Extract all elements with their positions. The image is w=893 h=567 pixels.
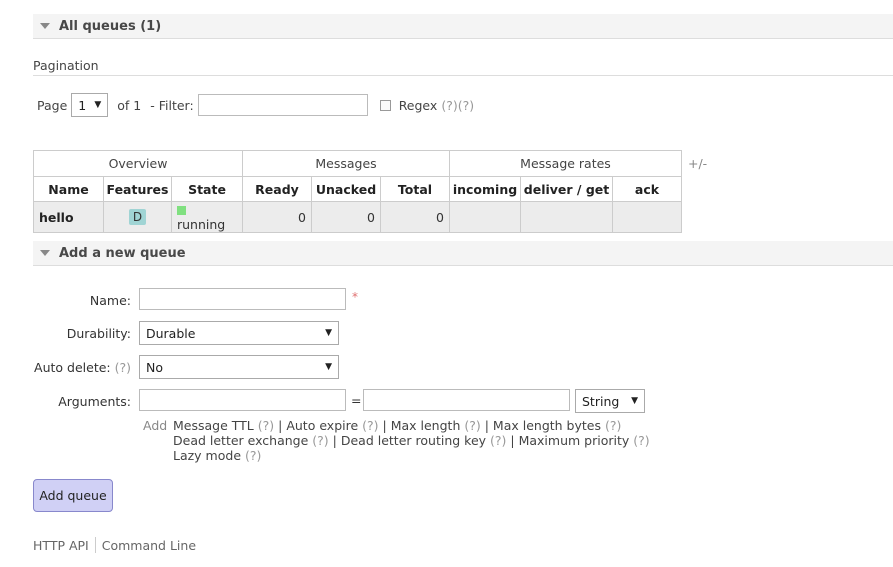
state-indicator-icon	[177, 206, 186, 215]
filter-input[interactable]	[197, 94, 368, 116]
col-ack[interactable]: ack	[612, 176, 682, 202]
argument-value-input[interactable]	[363, 389, 570, 411]
ready-value: 0	[242, 201, 312, 233]
durable-badge: D	[128, 209, 147, 225]
all-queues-header[interactable]: All queues (1)	[33, 14, 893, 39]
state-text: running	[177, 217, 226, 232]
incoming-value	[449, 201, 521, 233]
table-row[interactable]: hello D running 0 0 0	[33, 201, 682, 233]
add-queue-header[interactable]: Add a new queue	[33, 241, 893, 266]
arg-link-max-length[interactable]: Max length	[391, 418, 461, 433]
arg-help-maximum-priority[interactable]: (?)	[633, 433, 649, 448]
page-select[interactable]: 1 ▼	[71, 93, 109, 117]
http-api-link[interactable]: HTTP API	[33, 538, 89, 553]
group-messages: Messages	[242, 150, 450, 177]
arg-link-max-length-bytes[interactable]: Max length bytes	[493, 418, 601, 433]
all-queues-title: All queues (1)	[59, 18, 162, 34]
add-argument-label: Add	[143, 418, 168, 433]
arg-help-max-length-bytes[interactable]: (?)	[605, 418, 621, 433]
chevron-down-icon: ▼	[94, 100, 102, 110]
group-overview: Overview	[33, 150, 243, 177]
col-total[interactable]: Total	[380, 176, 450, 202]
chevron-down-icon: ▼	[325, 362, 332, 372]
group-message-rates: Message rates	[449, 150, 682, 177]
command-line-link[interactable]: Command Line	[102, 538, 196, 553]
footer: HTTP API Command Line	[33, 537, 196, 553]
deliver-get-value	[520, 201, 613, 233]
arg-help-max-length[interactable]: (?)	[464, 418, 480, 433]
auto-delete-label: Auto delete:	[34, 360, 111, 375]
arg-link-message-ttl[interactable]: Message TTL	[173, 418, 254, 433]
add-queue-title: Add a new queue	[59, 245, 186, 261]
page-label: Page	[37, 97, 68, 113]
argument-shortcuts: Message TTL (?) | Auto expire (?) | Max …	[173, 418, 650, 463]
unacked-value: 0	[311, 201, 381, 233]
total-value: 0	[380, 201, 450, 233]
auto-delete-select[interactable]: No ▼	[139, 355, 339, 379]
queue-name-link[interactable]: hello	[33, 201, 104, 233]
col-deliver-get[interactable]: deliver / get	[520, 176, 613, 202]
regex-help-link[interactable]: (?)(?)	[441, 98, 474, 113]
queues-table: Overview Messages Message rates Name Fea…	[33, 150, 682, 233]
col-name[interactable]: Name	[33, 176, 104, 202]
col-unacked[interactable]: Unacked	[311, 176, 381, 202]
chevron-down-icon: ▼	[325, 328, 332, 338]
arg-link-maximum-priority[interactable]: Maximum priority	[519, 433, 630, 448]
arg-help-dead-letter-exchange[interactable]: (?)	[312, 433, 328, 448]
col-features[interactable]: Features	[103, 176, 172, 202]
durability-select[interactable]: Durable ▼	[139, 321, 339, 345]
regex-checkbox[interactable]	[379, 99, 391, 111]
name-label: Name:	[89, 293, 131, 308]
argument-type-value: String	[582, 393, 620, 409]
argument-key-input[interactable]	[139, 389, 346, 411]
filter-label: - Filter:	[150, 97, 194, 113]
chevron-down-icon: ▼	[631, 396, 638, 406]
name-input[interactable]	[139, 288, 346, 310]
arg-help-auto-expire[interactable]: (?)	[362, 418, 378, 433]
collapse-triangle-icon[interactable]	[40, 250, 50, 256]
pagination-label: Pagination	[33, 58, 99, 73]
regex-label: Regex	[398, 97, 438, 113]
auto-delete-label-wrap: Auto delete: (?)	[33, 360, 131, 375]
arg-help-dead-letter-routing-key[interactable]: (?)	[490, 433, 506, 448]
arg-help-message-ttl[interactable]: (?)	[258, 418, 274, 433]
equals-sign: =	[351, 393, 362, 408]
add-queue-button[interactable]: Add queue	[33, 479, 113, 512]
arguments-label: Arguments:	[58, 394, 131, 409]
features-cell: D	[103, 201, 172, 233]
col-state[interactable]: State	[171, 176, 243, 202]
durability-value: Durable	[146, 325, 196, 341]
ack-value	[612, 201, 682, 233]
arg-link-dead-letter-routing-key[interactable]: Dead letter routing key	[341, 433, 486, 448]
page-count-label: of 1	[117, 97, 142, 113]
state-cell: running	[171, 201, 243, 233]
arg-link-dead-letter-exchange[interactable]: Dead letter exchange	[173, 433, 308, 448]
toggle-columns-link[interactable]: +/-	[688, 156, 707, 171]
durability-label: Durability:	[66, 326, 131, 341]
page-select-value: 1	[78, 97, 87, 113]
auto-delete-help-link[interactable]: (?)	[115, 360, 131, 375]
pagination-row: Page 1 ▼ of 1 - Filter: Regex (?)(?)	[37, 93, 474, 117]
required-mark: *	[352, 290, 358, 304]
footer-divider	[94, 537, 96, 553]
argument-type-select[interactable]: String ▼	[575, 389, 645, 413]
arg-link-auto-expire[interactable]: Auto expire	[286, 418, 358, 433]
collapse-triangle-icon[interactable]	[40, 23, 50, 29]
pagination-divider	[33, 75, 893, 76]
col-incoming[interactable]: incoming	[449, 176, 521, 202]
col-ready[interactable]: Ready	[242, 176, 312, 202]
auto-delete-value: No	[146, 359, 163, 375]
arg-link-lazy-mode[interactable]: Lazy mode	[173, 448, 241, 463]
arg-help-lazy-mode[interactable]: (?)	[245, 448, 261, 463]
